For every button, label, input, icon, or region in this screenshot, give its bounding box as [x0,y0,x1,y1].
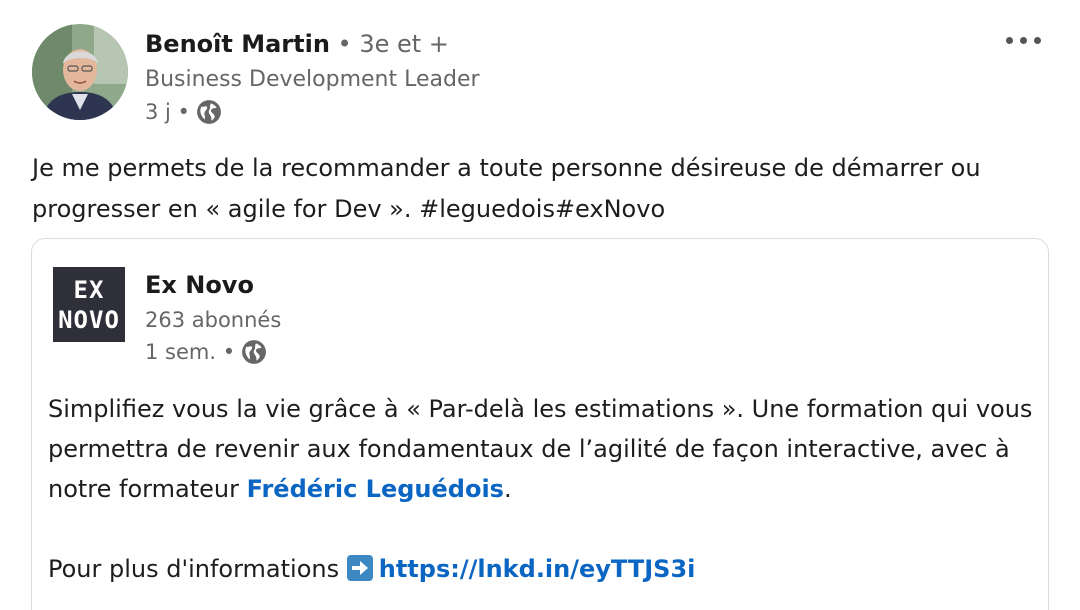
shared-paragraph-1-end: . [503,475,512,503]
company-name[interactable]: Ex Novo [145,271,254,299]
more-options-icon [1005,36,1013,44]
logo-text-line-1: EX [73,275,105,304]
more-options-button[interactable] [1000,24,1046,56]
post-meta: 3 j • [145,99,222,125]
shared-post-time: 1 sem. • [145,340,236,364]
post-body-text: Je me permets de la recommander a toute … [32,154,981,223]
avatar-photo [32,24,128,120]
shared-paragraph-1: Simplifiez vous la vie grâce à « Par-del… [48,389,1038,509]
right-arrow-emoji-icon [346,555,373,581]
globe-icon [197,100,221,124]
globe-icon [242,340,267,364]
author-name-line: Benoît Martin • 3e et + [145,30,449,58]
feed-post-card: Benoît Martin • 3e et + Business Develop… [0,0,1080,610]
logo-text-line-2: NOVO [58,305,120,334]
author-name[interactable]: Benoît Martin [145,30,330,58]
mention-link[interactable]: Frédéric Leguédois [247,475,504,503]
shared-post[interactable]: EX NOVO Ex Novo 263 abonnés 1 sem. • Sim… [31,238,1049,610]
connection-degree: • 3e et + [337,30,449,58]
shared-post-text: Simplifiez vous la vie grâce à « Par-del… [48,389,1038,589]
post-time: 3 j • [145,100,190,124]
shared-paragraph-2: Pour plus d'informations https://lnkd.in… [48,549,1038,589]
shared-post-meta: 1 sem. • [145,339,267,365]
company-logo[interactable]: EX NOVO [53,267,125,342]
company-followers: 263 abonnés [145,308,282,332]
shared-paragraph-2-text: Pour plus d'informations [48,555,347,583]
author-headline: Business Development Leader [145,67,480,92]
author-avatar[interactable] [32,24,128,120]
shared-paragraph-1-text: Simplifiez vous la vie grâce à « Par-del… [48,395,1033,503]
more-options-icon [1033,36,1041,44]
url-link[interactable]: https://lnkd.in/eyTTJS3i [379,555,696,583]
more-options-icon [1019,36,1027,44]
